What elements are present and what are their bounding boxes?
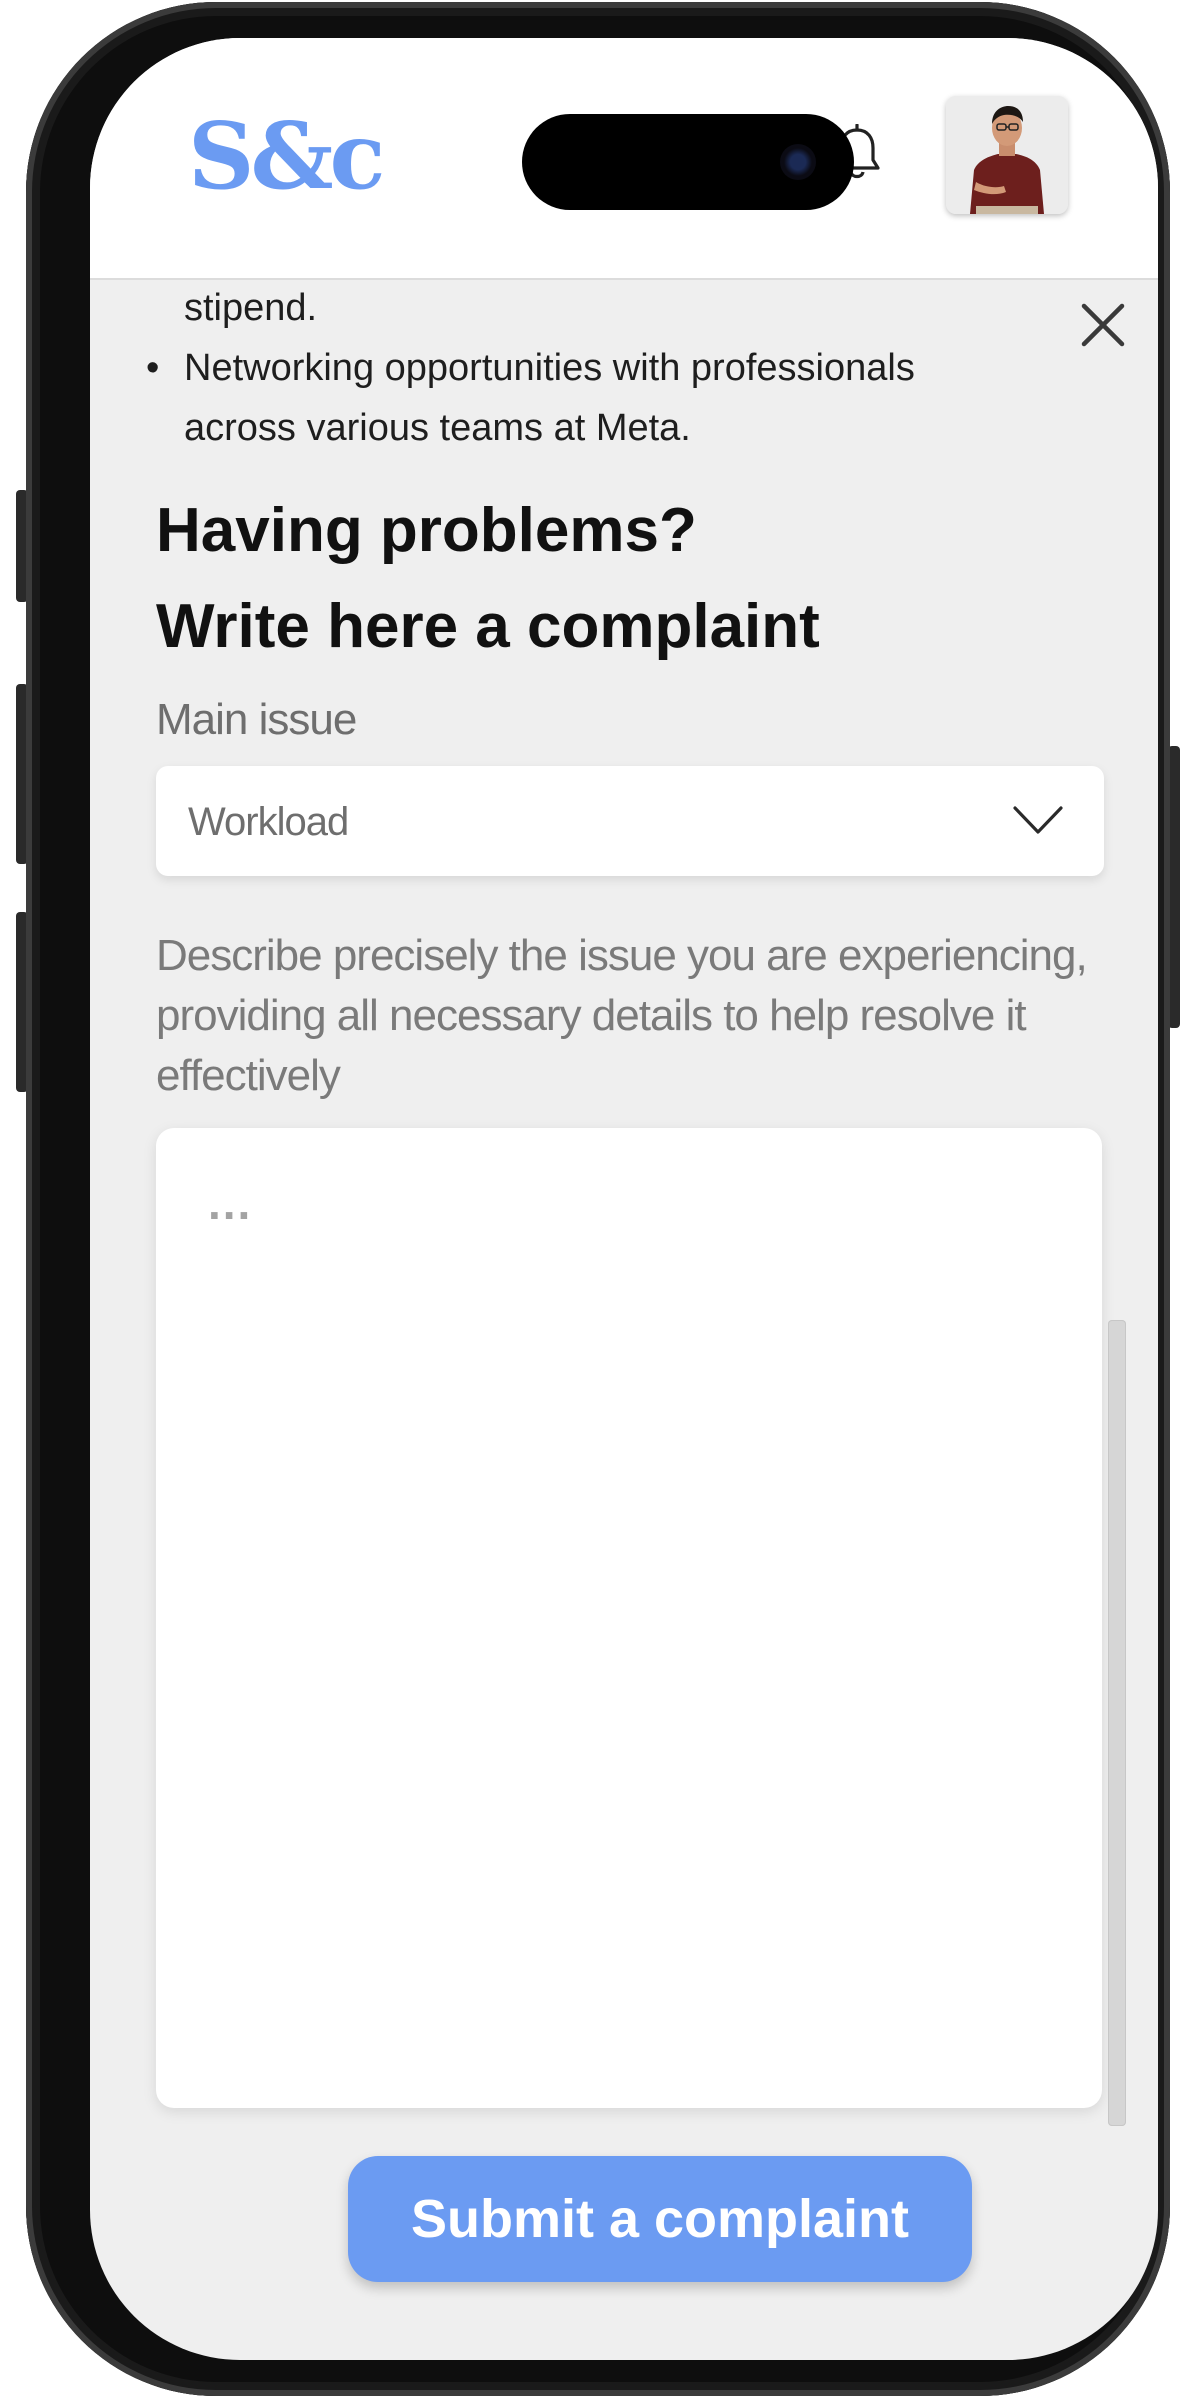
main-issue-select[interactable]: Workload <box>156 766 1104 876</box>
main-issue-label: Main issue <box>156 695 357 744</box>
camera-icon <box>780 144 816 180</box>
complaint-textarea[interactable]: ... <box>156 1128 1102 2108</box>
chevron-down-icon <box>1013 806 1063 834</box>
complaint-title-line-2: Write here a complaint <box>156 592 820 661</box>
submit-complaint-button[interactable]: Submit a complaint <box>348 2156 972 2282</box>
avatar-photo-icon <box>946 96 1068 214</box>
scrollbar[interactable] <box>1108 1320 1126 2126</box>
phone-frame: S&c stipend. • Networking opportunities … <box>26 2 1170 2396</box>
app-logo[interactable]: S&c <box>188 110 386 202</box>
textarea-placeholder: ... <box>208 1177 253 1229</box>
benefit-bullet-line-2: across various teams at Meta. <box>184 407 691 449</box>
user-avatar[interactable] <box>946 96 1068 214</box>
benefit-fragment: stipend. <box>184 287 318 329</box>
screen: S&c stipend. • Networking opportunities … <box>90 38 1158 2360</box>
close-icon[interactable] <box>1078 300 1128 350</box>
bullet-icon: • <box>146 347 160 389</box>
main-issue-value: Workload <box>188 800 349 844</box>
complaint-title-line-1: Having problems? <box>156 496 697 565</box>
description-label: Describe precisely the issue you are exp… <box>156 931 1088 1100</box>
dynamic-island <box>522 114 854 210</box>
benefit-bullet-line-1: Networking opportunities with profession… <box>184 347 915 389</box>
